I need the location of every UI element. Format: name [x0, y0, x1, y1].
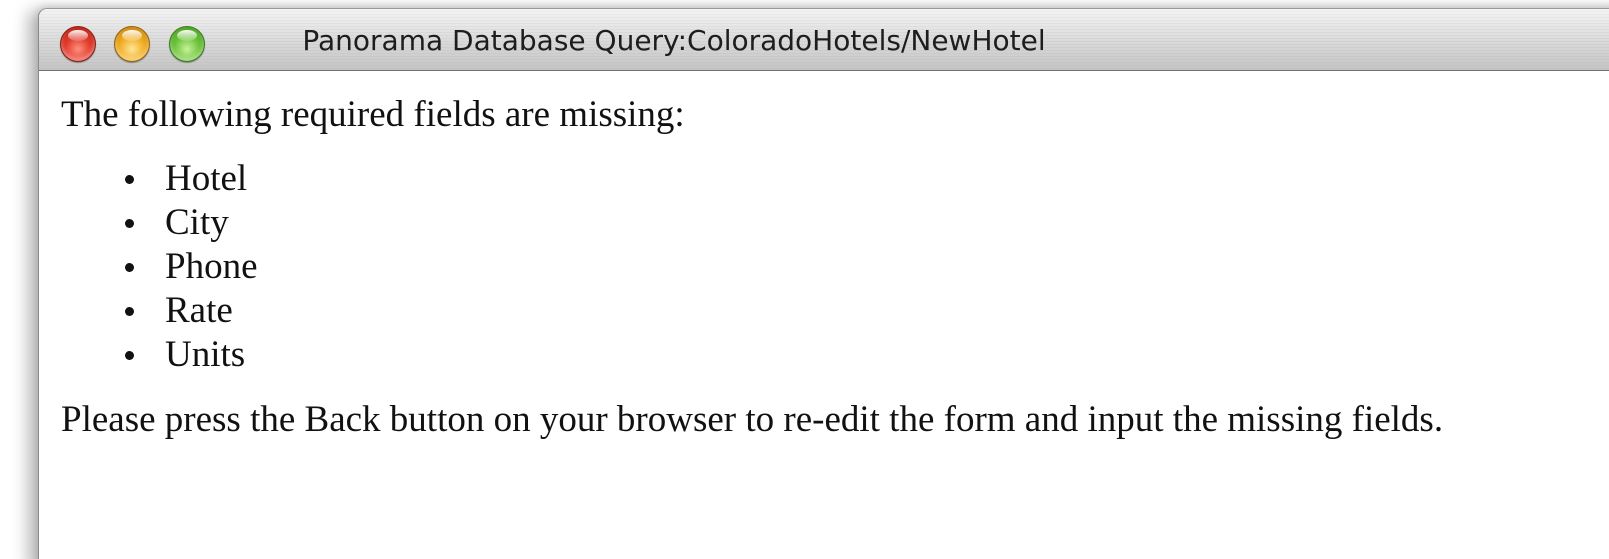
missing-field-label: Hotel — [165, 158, 248, 199]
bullet-icon — [125, 263, 134, 272]
bullet-icon — [125, 307, 134, 316]
list-item: Phone — [125, 245, 1609, 289]
missing-field-label: City — [165, 202, 229, 243]
list-item: City — [125, 201, 1609, 245]
missing-field-label: Units — [165, 334, 246, 375]
list-item: Rate — [125, 289, 1609, 333]
list-item: Hotel — [125, 157, 1609, 201]
title-bar[interactable]: Panorama Database Query:ColoradoHotels/N… — [39, 9, 1609, 71]
missing-fields-list: Hotel City Phone Rate Units — [61, 157, 1609, 377]
bullet-icon — [125, 351, 134, 360]
list-item: Units — [125, 333, 1609, 377]
missing-field-label: Rate — [165, 290, 233, 331]
screen: Panorama Database Query:ColoradoHotels/N… — [0, 0, 1609, 559]
missing-fields-message: The following required fields are missin… — [61, 94, 685, 135]
bullet-icon — [125, 219, 134, 228]
browser-window: Panorama Database Query:ColoradoHotels/N… — [38, 8, 1609, 559]
bullet-icon — [125, 175, 134, 184]
instruction-message: Please press the Back button on your bro… — [61, 399, 1444, 440]
missing-field-label: Phone — [165, 246, 258, 287]
page-content: The following required fields are missin… — [39, 71, 1609, 441]
window-title: Panorama Database Query:ColoradoHotels/N… — [302, 24, 1046, 57]
